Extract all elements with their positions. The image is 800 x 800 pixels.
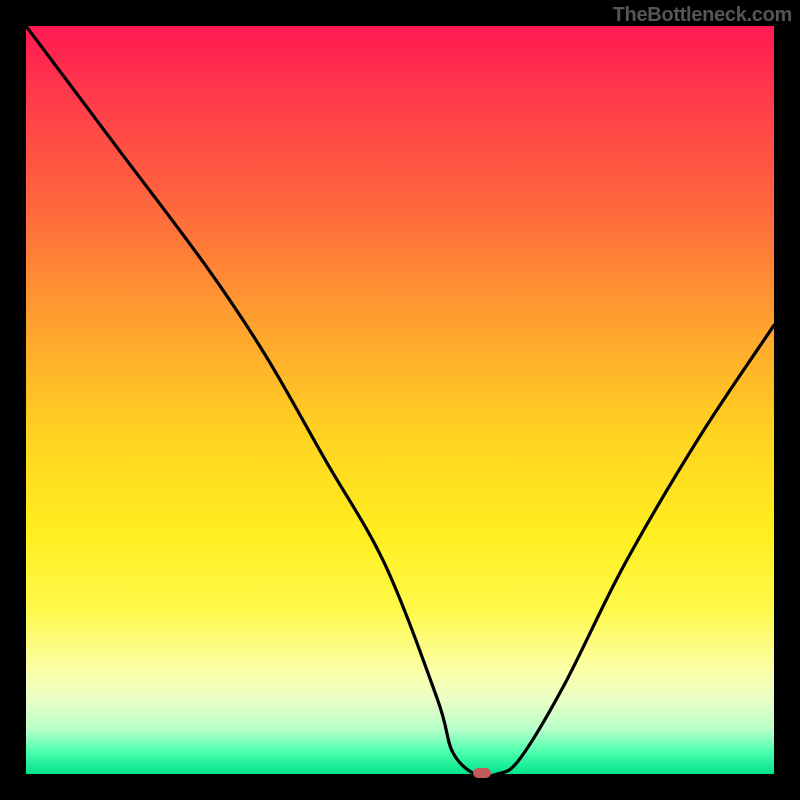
curve-svg: [26, 26, 774, 774]
chart-container: TheBottleneck.com: [0, 0, 800, 800]
watermark-text: TheBottleneck.com: [613, 4, 792, 27]
curve-path: [26, 26, 774, 774]
plot-area: [26, 26, 774, 774]
optimum-marker: [473, 768, 491, 778]
